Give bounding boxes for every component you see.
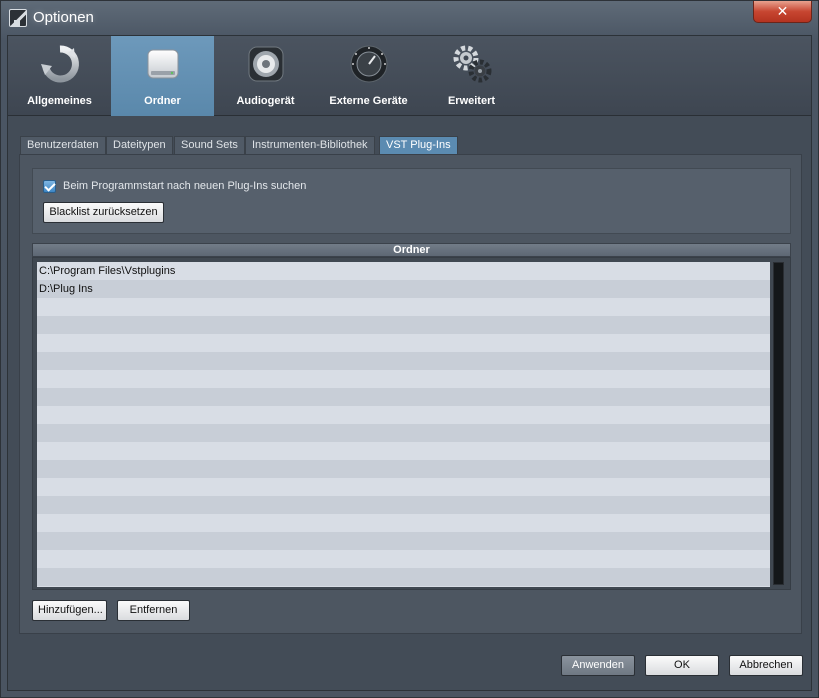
- scan-on-start-label: Beim Programmstart nach neuen Plug-Ins s…: [63, 180, 307, 192]
- app-logo-icon: [9, 9, 27, 27]
- category-label: Allgemeines: [27, 95, 92, 107]
- tab-dateitypen[interactable]: Dateitypen: [106, 136, 173, 154]
- close-button[interactable]: ✕: [753, 1, 812, 23]
- folder-list[interactable]: C:\Program Files\Vstplugins D:\Plug Ins: [37, 262, 770, 587]
- tab-instrumenten-bibliothek[interactable]: Instrumenten-Bibliothek: [245, 136, 375, 154]
- scan-settings-group: Beim Programmstart nach neuen Plug-Ins s…: [32, 168, 791, 234]
- category-ordner[interactable]: Ordner: [111, 36, 214, 116]
- refresh-icon: [40, 44, 80, 84]
- category-label: Audiogerät: [236, 95, 295, 107]
- scan-on-start-checkbox[interactable]: [43, 180, 56, 193]
- folder-list-frame: C:\Program Files\Vstplugins D:\Plug Ins: [32, 257, 791, 590]
- category-audiogeraet[interactable]: Audiogerät: [214, 36, 317, 116]
- category-externe-geraete[interactable]: Externe Geräte: [317, 36, 420, 116]
- tab-sound-sets[interactable]: Sound Sets: [174, 136, 245, 154]
- category-bar: Allgemeines Ordner Audiogerät Externe Ge…: [8, 36, 811, 116]
- category-allgemeines[interactable]: Allgemeines: [8, 36, 111, 116]
- list-item[interactable]: D:\Plug Ins: [37, 280, 770, 298]
- vst-settings-panel: Beim Programmstart nach neuen Plug-Ins s…: [19, 154, 802, 634]
- speaker-icon: [246, 44, 286, 84]
- add-folder-button[interactable]: Hinzufügen...: [32, 600, 107, 621]
- category-label: Ordner: [144, 95, 181, 107]
- reset-blacklist-button[interactable]: Blacklist zurücksetzen: [43, 202, 164, 223]
- disk-icon: [143, 44, 183, 84]
- category-erweitert[interactable]: Erweitert: [420, 36, 523, 116]
- folder-list-scrollbar[interactable]: [773, 262, 784, 585]
- remove-folder-button[interactable]: Entfernen: [117, 600, 190, 621]
- folder-list-header: Ordner: [32, 243, 791, 257]
- dialog-body: Allgemeines Ordner Audiogerät Externe Ge…: [7, 35, 812, 691]
- gears-icon: [452, 44, 492, 84]
- tab-benutzerdaten[interactable]: Benutzerdaten: [20, 136, 106, 154]
- cancel-button[interactable]: Abbrechen: [729, 655, 803, 676]
- window-title: Optionen: [33, 9, 94, 26]
- list-item[interactable]: C:\Program Files\Vstplugins: [37, 262, 770, 280]
- tab-vst-plug-ins[interactable]: VST Plug-Ins: [379, 136, 458, 154]
- ok-button[interactable]: OK: [645, 655, 719, 676]
- apply-button[interactable]: Anwenden: [561, 655, 635, 676]
- title-bar[interactable]: Optionen ✕: [1, 1, 818, 35]
- options-dialog: Optionen ✕ Allgemeines Ordner Audiogerät…: [0, 0, 819, 698]
- knob-icon: [349, 44, 389, 84]
- category-label: Erweitert: [447, 95, 496, 107]
- category-label: Externe Geräte: [329, 95, 408, 107]
